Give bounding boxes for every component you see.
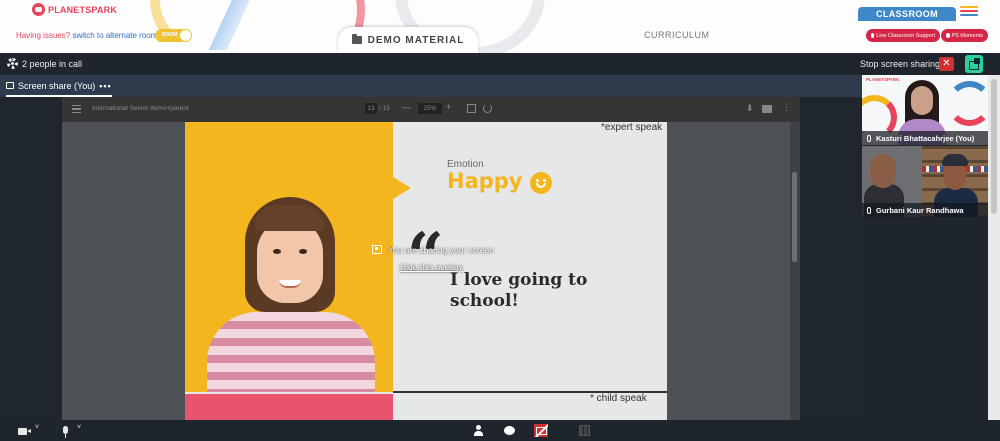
photo-striped-shirt [207, 312, 375, 392]
more-options-icon[interactable]: ⋮ [782, 102, 791, 113]
folder-icon [351, 34, 362, 44]
pdf-title: International Senior demo+parent [92, 105, 189, 112]
video-turban [942, 154, 968, 166]
zoom-level[interactable]: 25% [418, 103, 442, 114]
participant-name: Gurbani Kaur Randhawa [876, 205, 964, 215]
gear-icon[interactable] [7, 58, 18, 69]
video-face [870, 154, 896, 188]
issues-text: Having issues? switch to alternate room [16, 31, 157, 40]
emotion-value: Happy [447, 169, 523, 193]
tab-more-icon[interactable]: ••• [99, 81, 111, 95]
participant-nameplate: Kasturi Bhattacahrjee (You) [862, 131, 988, 145]
controls-bar: ˅ ˅ [0, 420, 1000, 441]
switch-room-link[interactable]: switch to alternate room [72, 31, 157, 40]
camera-options-chevron-icon[interactable]: ˅ [35, 424, 39, 431]
tile-decor [947, 81, 988, 126]
slide-pink-panel [185, 394, 393, 420]
chat-icon[interactable] [504, 426, 515, 435]
participants-icon[interactable] [474, 425, 483, 437]
screen-share-stage: International Senior demo+parent 13 / 15… [0, 97, 862, 420]
camera-icon [946, 33, 950, 38]
room-toggle-label: ROOM [162, 32, 178, 38]
pdf-toolbar: International Senior demo+parent 13 / 15… [62, 97, 800, 122]
menu-bar [960, 10, 978, 12]
hamburger-menu-icon[interactable] [960, 6, 978, 17]
people-count: 2 people in call [22, 59, 83, 69]
video-face [911, 86, 933, 115]
print-icon[interactable] [762, 105, 772, 113]
curriculum-tab[interactable]: CURRICULUM [644, 30, 710, 40]
pdf-page-total: / 15 [379, 105, 390, 112]
zoom-out-button[interactable]: — [402, 102, 411, 112]
stop-share-icon[interactable] [534, 424, 548, 437]
scroll-thumb[interactable] [792, 172, 797, 262]
tab-row: Screen share (You) ••• [0, 75, 862, 97]
quote-text: I love going to school! [450, 270, 588, 311]
pdf-scrollbar[interactable] [790, 122, 800, 420]
demo-material-button[interactable]: DEMO MATERIAL [338, 27, 478, 53]
smiley-icon [530, 172, 552, 194]
live-support-label: Live Classroom Support [876, 32, 935, 39]
classroom-tab[interactable]: CLASSROOM [858, 7, 956, 21]
photo-bangs [255, 205, 325, 231]
hide-overlay-link[interactable]: Hide this overlay [400, 262, 463, 272]
participant-nameplate: Gurbani Kaur Randhawa [862, 203, 988, 217]
pdf-page-input[interactable]: 13 [365, 103, 377, 114]
ps-moments-label: PS Moments [951, 32, 983, 39]
photo-face [257, 219, 323, 303]
ps-moments-button[interactable]: PS Moments [941, 29, 988, 42]
classroom-tab-label: CLASSROOM [875, 9, 939, 19]
child-note: * child speak [590, 393, 647, 404]
stop-sharing-button[interactable]: ✕ [939, 57, 954, 71]
tab-label: Screen share (You) [18, 81, 96, 91]
call-bar: 2 people in call Stop screen sharing [0, 53, 1000, 75]
expert-note: *expert speak [601, 122, 663, 133]
pdf-menu-icon[interactable] [72, 105, 81, 113]
photo-eye [273, 249, 281, 254]
menu-bar [960, 6, 978, 8]
download-icon[interactable]: ⬇ [746, 103, 754, 114]
issues-label: Having issues? [16, 31, 71, 40]
logo-mark-icon [32, 3, 45, 16]
mic-options-chevron-icon[interactable]: ˅ [77, 424, 81, 431]
demo-material-label: DEMO MATERIAL [367, 34, 465, 46]
participant-name: Kasturi Bhattacahrjee (You) [876, 133, 975, 143]
scroll-thumb[interactable] [991, 79, 997, 214]
planetspark-logo[interactable]: PLANETSPARK [32, 3, 117, 16]
slide-arrow-shape [393, 177, 411, 199]
mic-icon [867, 206, 871, 214]
quote-mark: “ [407, 219, 444, 294]
app-header: PLANETSPARK Having issues? switch to alt… [0, 0, 1000, 53]
toggle-knob [180, 30, 191, 41]
sharing-message: You are sharing your screen [388, 245, 495, 255]
tile-logo: PLANETSPARK [866, 77, 900, 82]
participant-tile[interactable]: Gurbani Kaur Randhawa [862, 146, 988, 217]
tab-screen-share[interactable]: Screen share (You) ••• [6, 75, 112, 97]
support-icon [871, 33, 875, 38]
screen-share-icon[interactable] [965, 55, 983, 73]
monitor-icon [6, 82, 14, 89]
child-photo [207, 167, 375, 392]
camera-icon[interactable] [18, 428, 31, 435]
participant-tile[interactable]: PLANETSPARK Kasturi Bhattacahrjee (You) [862, 75, 988, 145]
menu-bar [960, 14, 978, 16]
rotate-icon[interactable] [483, 104, 492, 113]
fit-page-icon[interactable] [467, 104, 476, 113]
share-screen-icon [372, 245, 382, 254]
photo-eye [299, 249, 307, 254]
stop-sharing-label: Stop screen sharing [860, 59, 941, 69]
live-classroom-support-button[interactable]: Live Classroom Support [866, 29, 940, 42]
mic-icon [867, 134, 871, 142]
zoom-in-button[interactable]: + [446, 102, 451, 112]
microphone-icon[interactable] [63, 426, 68, 438]
logo-text: PLANETSPARK [48, 4, 118, 15]
room-toggle[interactable]: ROOM [155, 29, 192, 42]
grid-view-icon[interactable] [579, 425, 590, 436]
participants-scrollbar[interactable] [988, 75, 1000, 420]
